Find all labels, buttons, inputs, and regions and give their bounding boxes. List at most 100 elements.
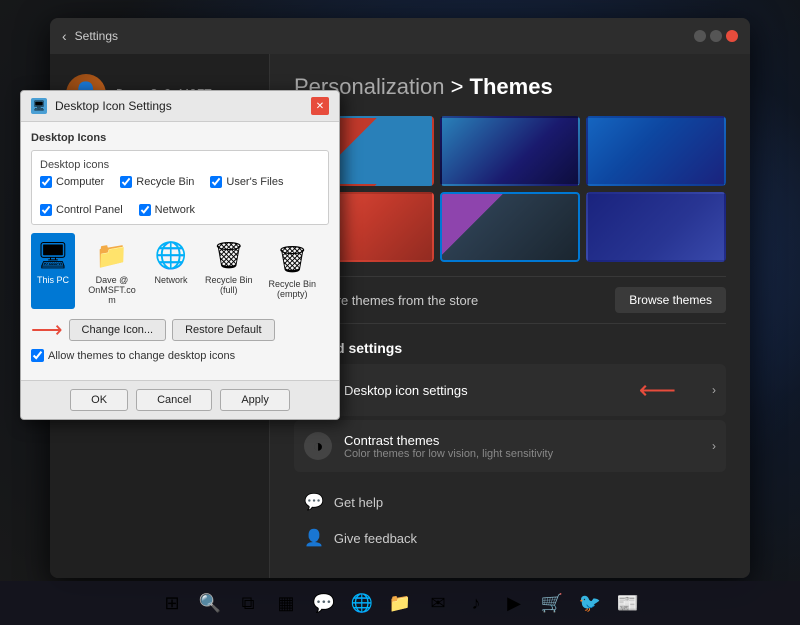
contrast-themes-item[interactable]: ◑ Contrast themes Color themes for low v… (294, 420, 726, 472)
taskbar-spotify-button[interactable]: ♪ (460, 587, 492, 619)
related-settings-title: Related settings (294, 340, 726, 356)
checkbox-control-panel-input[interactable] (40, 204, 52, 216)
apply-button[interactable]: Apply (220, 389, 290, 411)
icon-recycle-empty-image: 🗑 (274, 241, 310, 277)
taskbar-search-button[interactable]: 🔍 (194, 587, 226, 619)
icon-user-files-image: 📁 (94, 237, 130, 273)
icon-user-files-label: Dave @OnMSFT.com (87, 275, 137, 305)
change-icon-arrow: ⟶ (31, 317, 63, 343)
icon-this-pc[interactable]: 🖥 This PC (31, 233, 75, 309)
restore-default-button[interactable]: Restore Default (172, 319, 274, 341)
checkbox-network-input[interactable] (139, 204, 151, 216)
icon-network-label: Network (154, 275, 187, 285)
give-feedback-icon: 👤 (304, 528, 324, 548)
taskbar-store-button[interactable]: 🛒 (536, 587, 568, 619)
taskbar-news-button[interactable]: 📰 (612, 587, 644, 619)
theme-grid (294, 116, 726, 262)
ok-button[interactable]: OK (70, 389, 128, 411)
taskbar-widgets-button[interactable]: ▦ (270, 587, 302, 619)
dialog-title-text: Desktop Icon Settings (55, 99, 303, 113)
desktop-icon-settings-item[interactable]: 🖥 Desktop icon settings ⟵ › (294, 364, 726, 416)
breadcrumb: Personalization > Themes (294, 74, 726, 100)
icon-network[interactable]: 🌐 Network (149, 233, 193, 309)
taskbar-start-button[interactable]: ⊞ (156, 587, 188, 619)
close-button[interactable] (726, 30, 738, 42)
theme-thumb-3[interactable] (586, 116, 726, 186)
taskbar-media-button[interactable]: ▶ (498, 587, 530, 619)
checkbox-recycle-input[interactable] (120, 176, 132, 188)
get-help-icon: 💬 (304, 492, 324, 512)
checkbox-control-panel[interactable]: Control Panel (40, 204, 123, 216)
contrast-themes-subtitle: Color themes for low vision, light sensi… (344, 448, 700, 460)
breadcrumb-current: Themes (470, 74, 553, 99)
title-bar: ‹ Settings (50, 18, 750, 54)
get-help-label: Get help (334, 495, 383, 510)
back-button[interactable]: ‹ (62, 28, 67, 44)
checkbox-user-files-label: User's Files (226, 176, 283, 188)
icon-recycle-empty[interactable]: 🗑 Recycle Bin(empty) (265, 237, 321, 309)
desktop-icon-settings-dialog: 🖥 Desktop Icon Settings ✕ Desktop Icons … (20, 90, 340, 420)
checkbox-computer[interactable]: Computer (40, 176, 104, 188)
icon-this-pc-label: This PC (37, 275, 69, 285)
give-feedback-label: Give feedback (334, 531, 417, 546)
icon-preview: 🖥 This PC 📁 Dave @OnMSFT.com 🌐 Network 🗑… (31, 233, 329, 309)
checkbox-user-files-input[interactable] (210, 176, 222, 188)
cancel-button[interactable]: Cancel (136, 389, 212, 411)
taskbar-chat-button[interactable]: 💬 (308, 587, 340, 619)
taskbar-taskview-button[interactable]: ⧉ (232, 587, 264, 619)
taskbar-mail-button[interactable]: ✉ (422, 587, 454, 619)
desktop-icon-settings-text: Desktop icon settings (344, 383, 700, 398)
browse-themes-button[interactable]: Browse themes (615, 287, 726, 313)
taskbar-explorer-button[interactable]: 📁 (384, 587, 416, 619)
contrast-themes-label: Contrast themes (344, 433, 700, 448)
checkbox-computer-label: Computer (56, 176, 104, 188)
give-feedback-link[interactable]: 👤 Give feedback (294, 520, 726, 556)
checkbox-user-files[interactable]: User's Files (210, 176, 283, 188)
dialog-footer: OK Cancel Apply (21, 380, 339, 419)
minimize-button[interactable] (694, 30, 706, 42)
allow-themes-row: Allow themes to change desktop icons (31, 349, 329, 362)
icon-this-pc-image: 🖥 (35, 237, 71, 273)
contrast-themes-icon: ◑ (304, 432, 332, 460)
checkbox-recycle[interactable]: Recycle Bin (120, 176, 194, 188)
change-icon-buttons: Change Icon... Restore Default (69, 319, 275, 341)
dialog-close-button[interactable]: ✕ (311, 97, 329, 115)
desktop-icons-group: Desktop icons Computer Recycle Bin User'… (31, 150, 329, 225)
get-help-link[interactable]: 💬 Get help (294, 484, 726, 520)
icon-recycle-full-label: Recycle Bin(full) (205, 275, 253, 295)
desktop-icon-settings-label: Desktop icon settings (344, 383, 700, 398)
icon-user-files[interactable]: 📁 Dave @OnMSFT.com (83, 233, 141, 309)
get-more-themes-row: Get more themes from the store Browse th… (294, 276, 726, 324)
taskbar-edge-button[interactable]: 🌐 (346, 587, 378, 619)
dialog-title-bar: 🖥 Desktop Icon Settings ✕ (21, 91, 339, 122)
desktop-icon-chevron: › (712, 383, 716, 397)
theme-thumb-6[interactable] (586, 192, 726, 262)
allow-themes-label: Allow themes to change desktop icons (48, 350, 235, 362)
checkbox-network-label: Network (155, 204, 195, 216)
theme-thumb-5[interactable] (440, 192, 580, 262)
main-content: Personalization > Themes Get more themes… (270, 54, 750, 578)
desktop-icons-group-label: Desktop icons (40, 159, 320, 171)
contrast-themes-text: Contrast themes Color themes for low vis… (344, 433, 700, 460)
checkbox-control-panel-label: Control Panel (56, 204, 123, 216)
checkbox-recycle-label: Recycle Bin (136, 176, 194, 188)
change-icon-row: ⟶ Change Icon... Restore Default (31, 317, 329, 343)
dialog-body: Desktop Icons Desktop icons Computer Rec… (21, 122, 339, 380)
maximize-button[interactable] (710, 30, 722, 42)
icon-recycle-full[interactable]: 🗑 Recycle Bin(full) (201, 233, 257, 309)
breadcrumb-separator: > (451, 74, 470, 99)
checkbox-computer-input[interactable] (40, 176, 52, 188)
theme-thumb-2[interactable] (440, 116, 580, 186)
window-title: Settings (75, 29, 118, 43)
taskbar: ⊞ 🔍 ⧉ ▦ 💬 🌐 📁 ✉ ♪ ▶ 🛒 🐦 📰 (0, 581, 800, 625)
taskbar-twitter-button[interactable]: 🐦 (574, 587, 606, 619)
help-links: 💬 Get help 👤 Give feedback (294, 484, 726, 556)
checkbox-network[interactable]: Network (139, 204, 195, 216)
allow-themes-checkbox[interactable] (31, 349, 44, 362)
window-controls (694, 30, 738, 42)
checkbox-row: Computer Recycle Bin User's Files Contro… (40, 176, 320, 216)
icon-network-image: 🌐 (153, 237, 189, 273)
change-icon-button[interactable]: Change Icon... (69, 319, 167, 341)
related-settings-section: Related settings 🖥 Desktop icon settings… (294, 340, 726, 472)
dialog-section-label: Desktop Icons (31, 132, 329, 144)
